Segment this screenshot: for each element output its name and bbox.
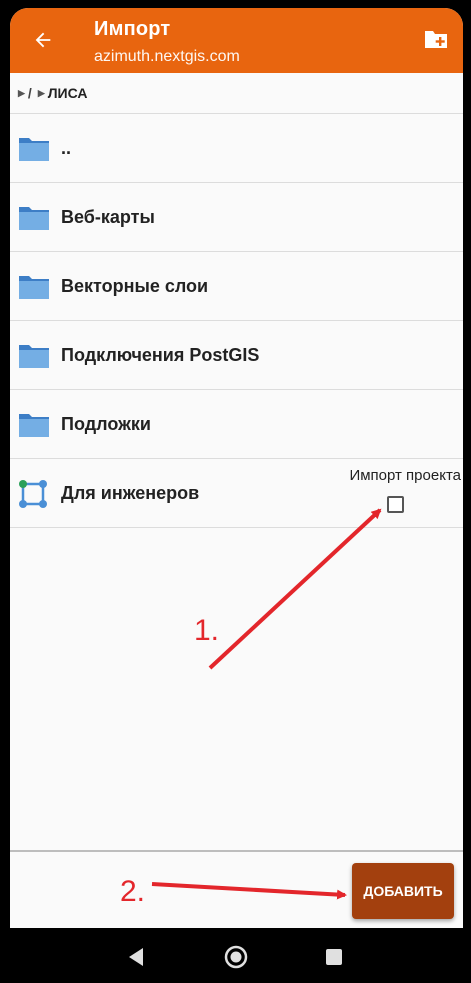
list-item-parent[interactable]: ..: [10, 114, 463, 183]
app-screen: Импорт azimuth.nextgis.com ▶ / ▶ ЛИСА ..: [10, 8, 463, 928]
list-item-web-maps[interactable]: Веб-карты: [10, 183, 463, 252]
breadcrumb-root[interactable]: /: [28, 85, 32, 101]
add-button[interactable]: ДОБАВИТЬ: [352, 863, 454, 919]
breadcrumb-arrow-icon: ▶: [18, 87, 25, 98]
list-item-project[interactable]: Для инженеров Импорт проекта: [10, 459, 463, 528]
breadcrumb: ▶ / ▶ ЛИСА: [10, 73, 463, 114]
breadcrumb-arrow-icon: ▶: [37, 87, 45, 98]
project-icon: [19, 480, 47, 508]
list-item-label: Подложки: [61, 413, 151, 434]
annotation-step-2: 2.: [120, 875, 146, 908]
list-item-postgis[interactable]: Подключения PostGIS: [10, 321, 463, 390]
import-project-checkbox[interactable]: [387, 496, 404, 513]
annotation-step-1: 1.: [194, 614, 220, 647]
folder-icon: [19, 138, 49, 161]
folder-icon: [19, 345, 49, 368]
list-item-label: ..: [61, 137, 72, 158]
back-button[interactable]: [30, 27, 56, 53]
arrow-left-icon: [35, 32, 51, 48]
system-nav-bar: [0, 930, 471, 983]
list-item-basemaps[interactable]: Подложки: [10, 390, 463, 459]
resource-list: .. Веб-карты Векторные слои Подключения …: [10, 114, 463, 528]
list-item-label: Веб-карты: [61, 206, 155, 227]
create-folder-button[interactable]: [423, 28, 449, 52]
folder-icon: [19, 276, 49, 299]
server-address: azimuth.nextgis.com: [94, 48, 240, 65]
divider: [10, 850, 463, 852]
folder-icon: [19, 207, 49, 230]
list-item-label: Подключения PostGIS: [61, 344, 260, 365]
list-item-vector-layers[interactable]: Векторные слои: [10, 252, 463, 321]
nav-back-icon[interactable]: [127, 947, 145, 967]
import-project-label: Импорт проекта: [349, 467, 461, 484]
nav-home-icon[interactable]: [224, 945, 248, 969]
app-bar: Импорт azimuth.nextgis.com: [10, 8, 463, 73]
page-title: Импорт: [94, 18, 171, 40]
folder-icon: [19, 414, 49, 437]
create-folder-icon: [425, 31, 447, 48]
list-item-label: Для инженеров: [61, 482, 200, 503]
breadcrumb-current[interactable]: ЛИСА: [48, 85, 88, 101]
list-item-label: Векторные слои: [61, 275, 209, 296]
nav-recents-icon[interactable]: [325, 948, 343, 966]
